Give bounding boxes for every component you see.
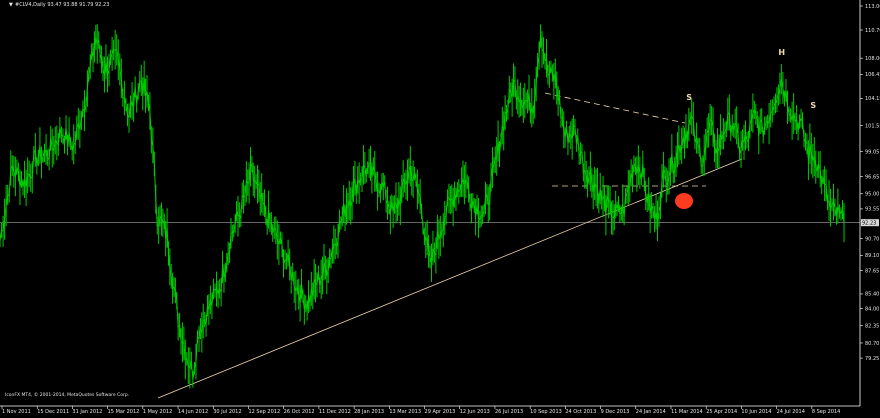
x-tick-label: 13 Mar 2013 bbox=[389, 409, 421, 415]
y-tick-label: 89.10 bbox=[865, 253, 879, 259]
y-tick-label: 113.00 bbox=[865, 4, 880, 10]
mt4-chart-window: S H S ▼ #CLV4,Daily 93.47 93.88 91.79 92.2… bbox=[0, 0, 880, 418]
y-tick-label: 79.25 bbox=[865, 356, 879, 362]
x-tick-label: 15 Mar 2012 bbox=[108, 409, 140, 415]
shoulder-label: S bbox=[686, 93, 692, 102]
shoulder-label: S bbox=[810, 101, 816, 110]
y-tick-label: 84.00 bbox=[865, 306, 879, 312]
price-chart: S H S ▼ #CLV4,Daily 93.47 93.88 91.79 92.2… bbox=[0, 0, 880, 415]
time-scale[interactable]: 1 Nov 2011 15 Dec 2011 31 Jan 2012 15 Mar 2… bbox=[1, 406, 841, 415]
y-tick-label: 85.40 bbox=[865, 292, 879, 298]
x-tick-label: 25 Apr 2014 bbox=[706, 409, 737, 415]
y-tick-label: 90.70 bbox=[865, 236, 879, 242]
pattern-labels: S H S bbox=[686, 48, 816, 110]
x-tick-label: 10 Sep 2013 bbox=[530, 409, 562, 415]
x-tick-label: 1 May 2012 bbox=[143, 409, 172, 415]
y-tick-label: 80.70 bbox=[865, 341, 879, 347]
y-tick-label: 95.00 bbox=[865, 192, 879, 198]
y-tick-label: 96.65 bbox=[865, 174, 879, 180]
y-tick-label: 93.55 bbox=[865, 207, 879, 213]
x-tick-label: 31 Jan 2012 bbox=[72, 409, 102, 415]
x-tick-label: 10 Jun 2014 bbox=[741, 409, 771, 415]
x-tick-label: 8 Sep 2014 bbox=[812, 409, 841, 415]
x-tick-label: 24 Oct 2013 bbox=[565, 409, 596, 415]
copyright-notice: IconFX MT4, © 2001-2014, MetaQuotes Soft… bbox=[5, 391, 129, 398]
x-tick-label: 1 Nov 2011 bbox=[2, 409, 31, 415]
y-tick-label: 108.00 bbox=[865, 56, 880, 62]
breakout-marker bbox=[675, 193, 693, 209]
current-price-label: 92.23 bbox=[862, 220, 876, 226]
x-tick-label: 26 Jul 2013 bbox=[495, 409, 523, 415]
x-tick-label: 30 Jul 2012 bbox=[213, 409, 241, 415]
x-tick-label: 9 Dec 2013 bbox=[601, 409, 630, 415]
x-tick-label: 29 Apr 2013 bbox=[425, 409, 456, 415]
x-tick-label: 24 Jan 2014 bbox=[636, 409, 666, 415]
y-tick-label: 87.65 bbox=[865, 268, 879, 274]
y-tick-label: 106.45 bbox=[865, 72, 880, 78]
x-tick-label: 15 Dec 2011 bbox=[37, 409, 69, 415]
y-tick-label: 104.15 bbox=[865, 96, 880, 102]
shoulder-line-dashed[interactable] bbox=[544, 92, 686, 124]
x-tick-label: 12 Jun 2013 bbox=[460, 409, 490, 415]
x-tick-label: 26 Oct 2012 bbox=[284, 409, 315, 415]
price-series-group bbox=[0, 24, 845, 389]
x-tick-label: 12 Sep 2012 bbox=[248, 409, 280, 415]
x-tick-label: 24 Jul 2014 bbox=[777, 409, 805, 415]
x-tick-label: 28 Jan 2013 bbox=[354, 409, 384, 415]
price-scale[interactable]: 113.00 110.70 108.00 106.45 104.15 101.55 99.0… bbox=[860, 4, 880, 362]
x-tick-label: 14 Jun 2012 bbox=[178, 409, 208, 415]
x-tick-label: 11 Dec 2012 bbox=[319, 409, 351, 415]
window-menu-triangle-icon[interactable]: ▼ bbox=[9, 2, 13, 8]
y-tick-label: 82.35 bbox=[865, 324, 879, 330]
y-tick-label: 99.05 bbox=[865, 149, 879, 155]
y-tick-label: 110.70 bbox=[865, 28, 880, 34]
y-tick-label: 101.55 bbox=[865, 123, 880, 129]
chart-title: #CLV4,Daily 93.47 93.88 91.79 92.23 bbox=[15, 2, 109, 8]
head-label: H bbox=[778, 48, 785, 57]
x-tick-label: 11 Mar 2014 bbox=[671, 409, 703, 415]
